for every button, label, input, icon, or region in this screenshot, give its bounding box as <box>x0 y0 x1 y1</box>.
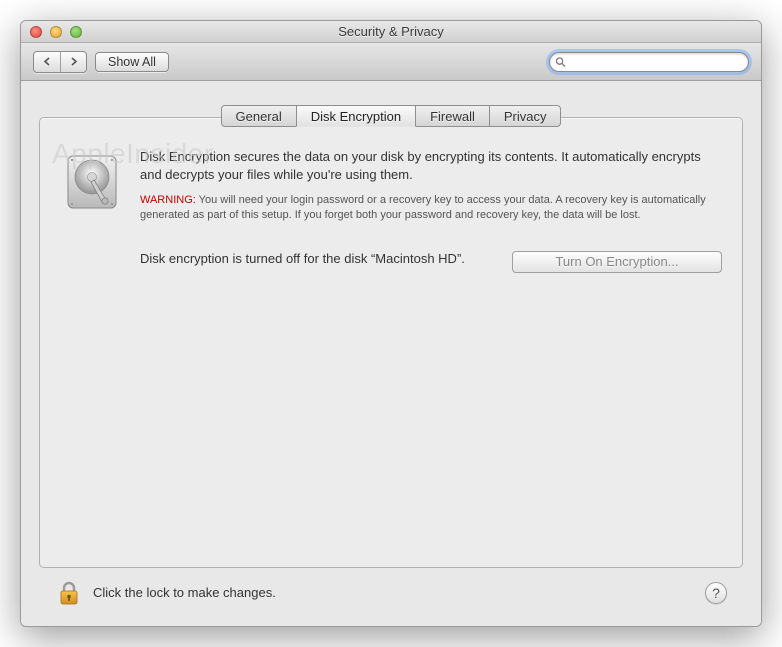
search-input[interactable] <box>549 52 749 72</box>
minimize-button[interactable] <box>50 26 62 38</box>
turn-on-encryption-label: Turn On Encryption... <box>555 254 678 269</box>
description-column: Disk Encryption secures the data on your… <box>140 148 722 223</box>
content-area: General Disk Encryption Firewall Privacy… <box>21 81 761 626</box>
warning-text: You will need your login password or a r… <box>140 194 706 221</box>
disk-encryption-panel: AppleInsider <box>39 117 743 568</box>
search-icon <box>555 56 566 67</box>
tab-privacy[interactable]: Privacy <box>489 105 562 127</box>
turn-on-encryption-button[interactable]: Turn On Encryption... <box>512 251 722 273</box>
forward-button[interactable] <box>60 52 86 72</box>
lock-icon[interactable] <box>55 579 83 607</box>
footer: Click the lock to make changes. ? <box>39 568 743 616</box>
encryption-status-text: Disk encryption is turned off for the di… <box>140 251 492 266</box>
chevron-right-icon <box>70 57 78 66</box>
tab-firewall[interactable]: Firewall <box>415 105 490 127</box>
titlebar: Security & Privacy <box>21 21 761 43</box>
description-text: Disk Encryption secures the data on your… <box>140 148 722 183</box>
toolbar: Show All <box>21 43 761 81</box>
zoom-button[interactable] <box>70 26 82 38</box>
warning-block: WARNING: You will need your login passwo… <box>140 193 722 223</box>
tab-disk-encryption[interactable]: Disk Encryption <box>296 105 416 127</box>
help-button[interactable]: ? <box>705 582 727 604</box>
back-button[interactable] <box>34 52 60 72</box>
show-all-label: Show All <box>108 55 156 69</box>
tab-container: General Disk Encryption Firewall Privacy… <box>39 117 743 568</box>
warning-label: WARNING: <box>140 194 196 206</box>
show-all-button[interactable]: Show All <box>95 52 169 72</box>
chevron-left-icon <box>43 57 51 66</box>
window-title: Security & Privacy <box>21 24 761 39</box>
close-button[interactable] <box>30 26 42 38</box>
preferences-window: Security & Privacy Show All <box>20 20 762 627</box>
tab-strip: General Disk Encryption Firewall Privacy <box>221 105 562 127</box>
tabs: General Disk Encryption Firewall Privacy <box>39 105 743 127</box>
lock-hint-text: Click the lock to make changes. <box>93 585 276 600</box>
description-row: Disk Encryption secures the data on your… <box>60 148 722 223</box>
search-field-wrap <box>549 52 749 72</box>
hard-disk-icon <box>60 150 124 214</box>
nav-buttons <box>33 51 87 73</box>
status-row: Disk encryption is turned off for the di… <box>60 251 722 273</box>
help-icon: ? <box>712 585 720 601</box>
traffic-lights <box>21 26 82 38</box>
tab-general[interactable]: General <box>221 105 297 127</box>
